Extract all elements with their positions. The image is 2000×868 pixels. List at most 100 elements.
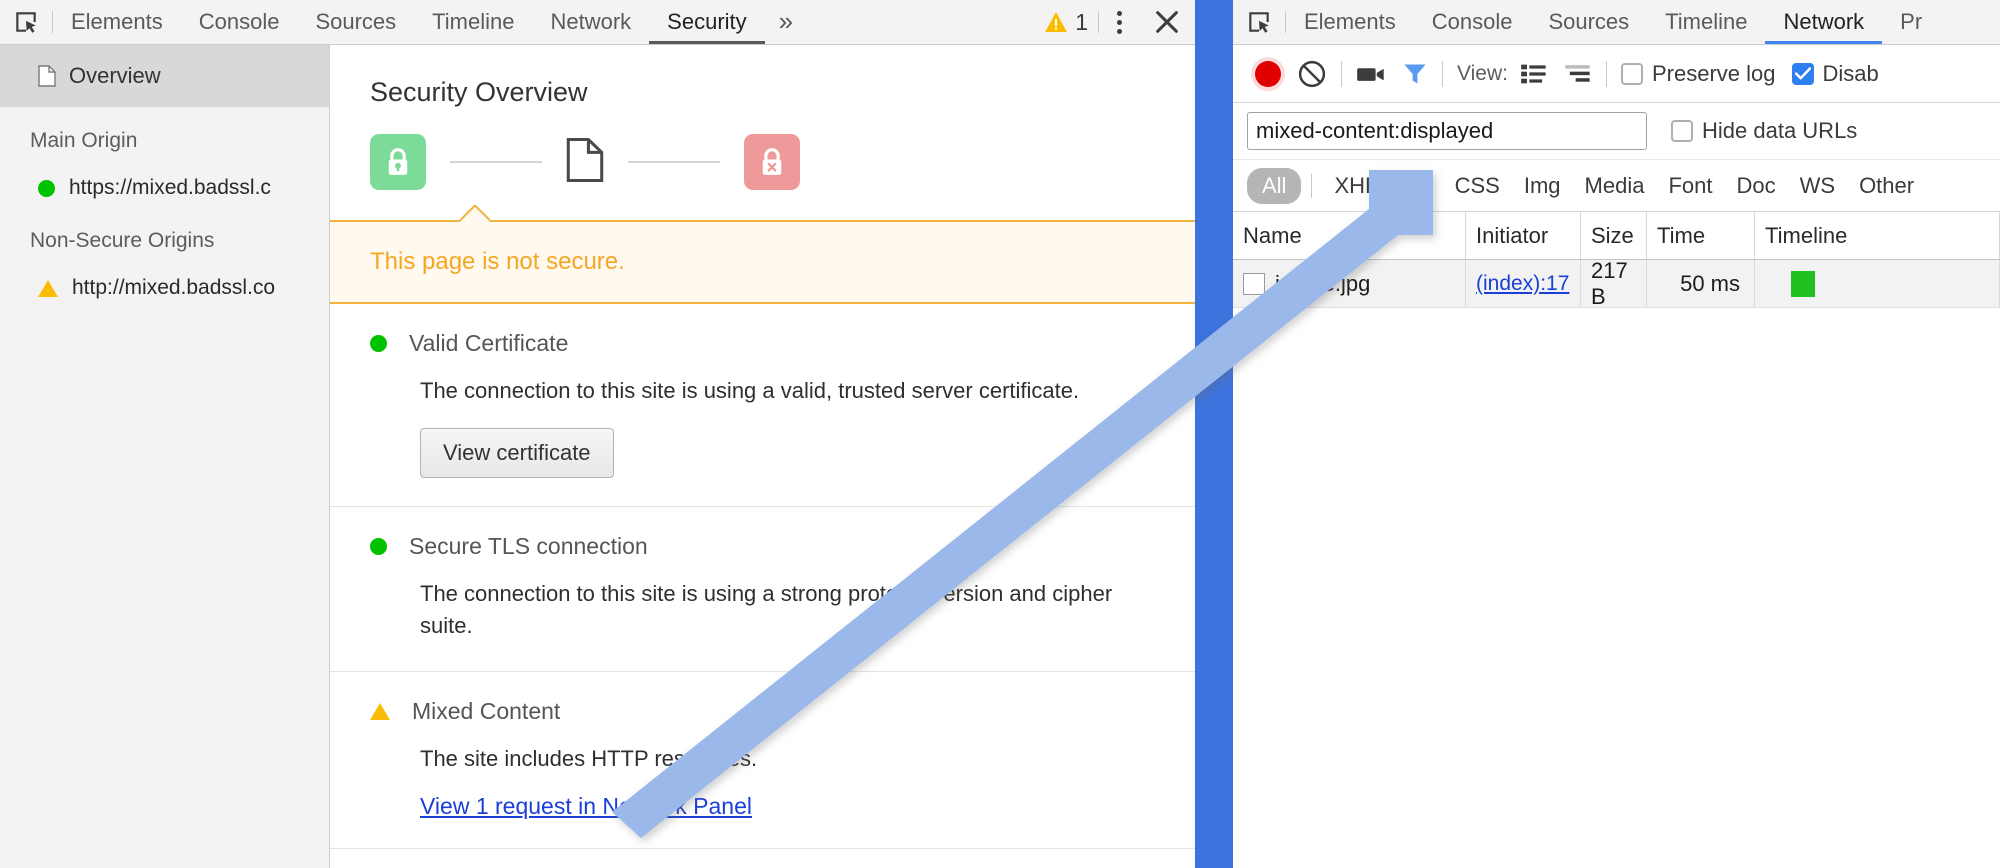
connector-line-left	[450, 161, 542, 163]
security-body: Overview Main Origin https://mixed.badss…	[0, 45, 1195, 868]
tab-console[interactable]: Console	[181, 0, 298, 44]
column-header-initiator[interactable]: Initiator	[1466, 212, 1581, 259]
close-icon[interactable]	[1139, 0, 1195, 44]
view-certificate-button[interactable]: View certificate	[420, 427, 614, 478]
clear-prohibited-icon[interactable]	[1297, 59, 1327, 89]
view-requests-network-link[interactable]: View 1 request in Network Panel	[420, 793, 752, 820]
section-title: Mixed Content	[412, 697, 561, 724]
security-main: Security Overview This page is not secur…	[330, 45, 1195, 868]
network-toolbar: View: Preserve log Disab	[1233, 45, 2000, 103]
sidebar-item-overview[interactable]: Overview	[0, 45, 329, 107]
network-type-filters: All XHR JS CSS Img Media Font Doc WS Oth…	[1233, 160, 2000, 212]
section-description: The connection to this site is using a v…	[420, 378, 1080, 403]
type-filter-media[interactable]: Media	[1573, 168, 1657, 204]
column-header-time[interactable]: Time	[1647, 212, 1755, 259]
toolbar-divider-1	[1341, 60, 1342, 87]
tab-security[interactable]: Security	[649, 0, 764, 44]
tab-profiles[interactable]: Pr	[1882, 0, 1940, 44]
status-dot-green-icon	[370, 537, 387, 555]
disable-cache-checkbox[interactable]: Disab	[1791, 61, 1879, 87]
cell-initiator: (index):17	[1466, 260, 1581, 307]
timeline-request-bar	[1791, 270, 1815, 297]
inspect-cursor-icon[interactable]	[0, 0, 52, 44]
screenshot-root: Elements Console Sources Timeline Networ…	[0, 0, 2000, 868]
left-devtools-tabbar: Elements Console Sources Timeline Networ…	[0, 0, 1195, 45]
hide-data-urls-checkbox[interactable]: Hide data URLs	[1671, 118, 1857, 144]
toolbar-divider-3	[1605, 60, 1607, 87]
file-thumbnail-icon	[1243, 272, 1265, 295]
vertical-dots-icon[interactable]	[1099, 0, 1139, 44]
warning-triangle-icon	[1045, 12, 1068, 32]
lock-closed-green-icon	[370, 134, 426, 190]
type-filter-css[interactable]: CSS	[1443, 168, 1512, 204]
security-section-secure-tls: Secure TLS connection The connection to …	[330, 507, 1195, 672]
section-header: Mixed Content	[370, 698, 1195, 725]
preserve-log-checkbox[interactable]: Preserve log	[1620, 60, 1776, 87]
hide-data-urls-label: Hide data URLs	[1702, 118, 1858, 143]
sidebar-item-overview-label: Overview	[69, 63, 161, 88]
tab-sources[interactable]: Sources	[1530, 0, 1647, 44]
not-secure-banner: This page is not secure.	[330, 220, 1195, 304]
type-filter-xhr[interactable]: XHR	[1322, 168, 1392, 204]
security-section-valid-certificate: Valid Certificate The connection to this…	[330, 304, 1195, 507]
table-header-row: Name Initiator Size Time Timeline	[1233, 212, 2000, 260]
funnel-filter-icon[interactable]	[1402, 61, 1428, 87]
type-filter-js[interactable]: JS	[1393, 168, 1443, 204]
checkbox-box-checked	[1791, 62, 1814, 85]
column-header-size[interactable]: Size	[1581, 212, 1647, 259]
toolbar-divider-2	[1442, 60, 1443, 87]
warning-indicator[interactable]: 1	[1034, 9, 1098, 36]
status-triangle-warning-icon	[38, 279, 58, 297]
security-devtools-panel: Elements Console Sources Timeline Networ…	[0, 0, 1195, 868]
preserve-log-label: Preserve log	[1651, 60, 1776, 86]
sidebar-group-main-origin: Main Origin	[30, 129, 138, 152]
type-filter-all[interactable]: All	[1247, 167, 1302, 204]
inspect-cursor-icon[interactable]	[1233, 0, 1285, 44]
section-header: Valid Certificate	[370, 330, 1195, 357]
column-header-name[interactable]: Name	[1233, 212, 1466, 259]
type-filter-font[interactable]: Font	[1656, 168, 1724, 204]
waterfall-view-icon[interactable]	[1564, 62, 1592, 86]
network-filter-bar: Hide data URLs	[1233, 103, 2000, 160]
more-tabs-chevron-icon[interactable]: »	[765, 0, 807, 44]
network-devtools-panel: Elements Console Sources Timeline Networ…	[1233, 0, 2000, 868]
type-filter-divider	[1311, 173, 1313, 198]
list-view-icon[interactable]	[1520, 62, 1548, 86]
column-header-timeline[interactable]: Timeline	[1755, 212, 2000, 259]
tab-network[interactable]: Network	[1765, 0, 1882, 44]
tab-timeline[interactable]: Timeline	[1647, 0, 1765, 44]
filter-input[interactable]	[1247, 112, 1647, 150]
tab-elements[interactable]: Elements	[53, 0, 181, 44]
lock-unsecure-red-icon	[744, 134, 800, 190]
filmstrip-camera-icon[interactable]	[1356, 63, 1386, 85]
connector-line-right	[628, 161, 720, 163]
sidebar-group-non-secure-origins: Non-Secure Origins	[30, 229, 215, 252]
tab-console[interactable]: Console	[1414, 0, 1531, 44]
status-dot-green-icon	[370, 335, 387, 352]
tab-network[interactable]: Network	[532, 0, 649, 44]
view-label: View:	[1457, 61, 1508, 85]
panel-split-bar[interactable]	[1195, 0, 1233, 868]
cell-name-text: image.jpg	[1275, 270, 1371, 296]
checkbox-box	[1671, 120, 1693, 142]
tab-elements[interactable]: Elements	[1286, 0, 1414, 44]
type-filter-img[interactable]: Img	[1512, 168, 1573, 204]
type-filter-ws[interactable]: WS	[1788, 168, 1847, 204]
sidebar-origin-nonsecure[interactable]: http://mixed.badssl.co	[0, 269, 329, 307]
sidebar-origin-secure[interactable]: https://mixed.badssl.c	[0, 169, 329, 207]
type-filter-doc[interactable]: Doc	[1724, 168, 1787, 204]
status-triangle-warning-icon	[370, 702, 390, 720]
cell-name: image.jpg	[1233, 260, 1466, 307]
type-filter-other[interactable]: Other	[1847, 168, 1926, 204]
network-requests-table: Name Initiator Size Time Timeline image.…	[1233, 212, 2000, 309]
record-circle-icon[interactable]	[1255, 60, 1281, 87]
security-summary-diagram	[330, 108, 1195, 190]
tab-sources[interactable]: Sources	[297, 0, 414, 44]
initiator-link[interactable]: (index):17	[1476, 272, 1569, 296]
table-row[interactable]: image.jpg (index):17 217 B 50 ms	[1233, 258, 2000, 309]
tab-timeline[interactable]: Timeline	[414, 0, 532, 44]
status-dot-green-icon	[38, 179, 55, 197]
cell-time: 50 ms	[1647, 260, 1755, 307]
section-description: The connection to this site is using a s…	[420, 580, 1113, 639]
checkbox-box	[1620, 62, 1643, 85]
